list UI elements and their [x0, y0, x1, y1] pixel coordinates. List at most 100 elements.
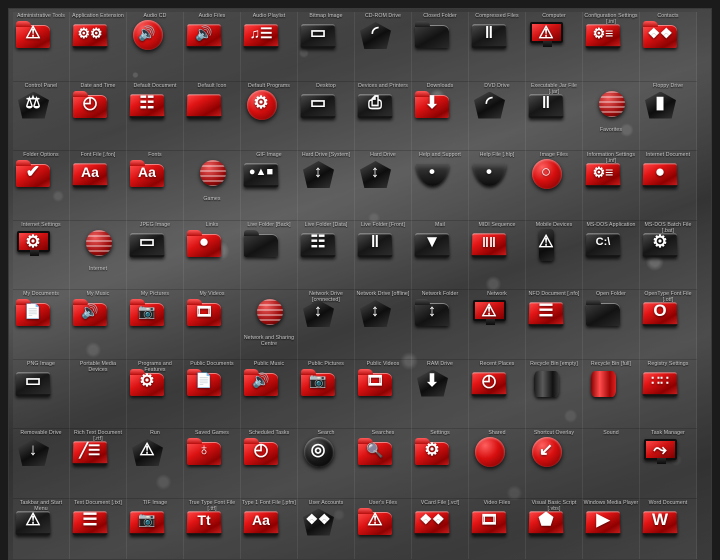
icon-ms-dos-application[interactable]: C:\ MS-DOS Application — [583, 221, 640, 291]
icon-shortcut-overlay[interactable]: ↙ Shortcut Overlay — [526, 429, 583, 499]
icon-font-file-fon[interactable]: Aa Font File [.fon] — [70, 151, 127, 221]
icon-network-drive-offline[interactable]: ↕ Network Drive [offline] — [355, 290, 412, 360]
icon-sound[interactable]: Sound — [583, 429, 640, 499]
icon-floppy-drive[interactable]: ▮ Floppy Drive — [640, 82, 697, 152]
icon-open-folder-art — [583, 294, 623, 334]
icon-network-and-sharing-centre[interactable]: Network and Sharing Centre — [241, 290, 298, 360]
icon-users-files[interactable]: ⚠ User's Files — [355, 499, 412, 560]
icon-internet-settings[interactable]: ⚙ Internet Settings — [13, 221, 70, 291]
icon-settings[interactable]: ⚙ Settings — [412, 429, 469, 499]
icon-live-folder-back[interactable]: Live Folder [Back] — [241, 221, 298, 291]
icon-network-drive-connected[interactable]: ↕ Network Drive [connected] — [298, 290, 355, 360]
icon-run[interactable]: ⚠ Run — [127, 429, 184, 499]
icon-true-type-font-file-ttf[interactable]: Tt True Type Font File [.ttf] — [184, 499, 241, 560]
icon-control-panel[interactable]: ⚖ Control Panel — [13, 82, 70, 152]
icon-games[interactable]: Games — [184, 151, 241, 221]
icon-information-settings-inf[interactable]: ⚙≡ Information Settings [.inf] — [583, 151, 640, 221]
icon-cd-rom-drive[interactable]: ◜ CD-ROM Drive — [355, 12, 412, 82]
icon-type-1-font-file-pfm[interactable]: Aa Type 1 Font File [.pfm] — [241, 499, 298, 560]
icon-searches[interactable]: 🔍 Searches — [355, 429, 412, 499]
icon-image-files[interactable]: ○ Image Files — [526, 151, 583, 221]
icon-search[interactable]: ◎ Search — [298, 429, 355, 499]
icon-favorites[interactable]: Favorites — [583, 82, 640, 152]
icon-audio-cd[interactable]: 🔊 Audio CD — [127, 12, 184, 82]
icon-word-document[interactable]: W Word Document — [640, 499, 697, 560]
icon-desktop[interactable]: ▭ Desktop — [298, 82, 355, 152]
icon-nfo-document-nfo[interactable]: ☰ NFO Document [.nfo] — [526, 290, 583, 360]
icon-closed-folder[interactable]: Closed Folder — [412, 12, 469, 82]
icon-rich-text-document-rtf[interactable]: ╱☰ Rich Text Document [.rtf] — [70, 429, 127, 499]
icon-label: Internet — [70, 266, 126, 272]
icon-tif-image[interactable]: 📷 TIF Image — [127, 499, 184, 560]
icon-internet-document[interactable]: ● Internet Document — [640, 151, 697, 221]
icon-my-pictures[interactable]: 📷 My Pictures — [127, 290, 184, 360]
icon-folder-options[interactable]: ✔ Folder Options — [13, 151, 70, 221]
icon-task-manager[interactable]: ⤳ Task Manager — [640, 429, 697, 499]
icon-links[interactable]: ● Links — [184, 221, 241, 291]
icon-programs-and-features[interactable]: ⚙ Programs and Features — [127, 360, 184, 430]
icon-shared[interactable]: Shared — [469, 429, 526, 499]
icon-mobile-devices[interactable]: ⚠ Mobile Devices — [526, 221, 583, 291]
icon-default-icon[interactable]: Default Icon — [184, 82, 241, 152]
icon-scheduled-tasks[interactable]: ◴ Scheduled Tasks — [241, 429, 298, 499]
icon-network[interactable]: ⚠ Network — [469, 290, 526, 360]
icon-executable-jar-file-jar[interactable]: ‖ Executable Jar File [.jar] — [526, 82, 583, 152]
icon-public-documents[interactable]: 📄 Public Documents — [184, 360, 241, 430]
icon-my-music[interactable]: 🔊 My Music — [70, 290, 127, 360]
icon-removable-drive[interactable]: ↓ Removable Drive — [13, 429, 70, 499]
icon-saved-games[interactable]: ♁ Saved Games — [184, 429, 241, 499]
icon-gif-image[interactable]: ●▲■ GIF Image — [241, 151, 298, 221]
icon-hard-drive[interactable]: ↕ Hard Drive — [355, 151, 412, 221]
icon-recent-places[interactable]: ◴ Recent Places — [469, 360, 526, 430]
icon-jpeg-image[interactable]: ▭ JPEG Image — [127, 221, 184, 291]
icon-public-videos[interactable]: 🎞 Public Videos — [355, 360, 412, 430]
icon-devices-and-printers[interactable]: ⎙ Devices and Printers — [355, 82, 412, 152]
icon-video-files[interactable]: 🎞 Video Files — [469, 499, 526, 560]
icon-text-document-txt[interactable]: ☰ Text Document [.txt] — [70, 499, 127, 560]
icon-administrative-tools[interactable]: ⚠ Administrative Tools — [13, 12, 70, 82]
icon-open-folder[interactable]: Open Folder — [583, 290, 640, 360]
icon-audio-playlist[interactable]: ♫☰ Audio Playlist — [241, 12, 298, 82]
icon-opentype-font-file-otf[interactable]: O OpenType Font File [.otf] — [640, 290, 697, 360]
icon-ram-drive[interactable]: ⬇ RAM Drive — [412, 360, 469, 430]
icon-configuration-settings-ini[interactable]: ⚙≡ Configuration Settings [.ini] — [583, 12, 640, 82]
icon-windows-media-player[interactable]: ▶ Windows Media Player — [583, 499, 640, 560]
icon-application-extension[interactable]: ⚙⚙ Application Extension — [70, 12, 127, 82]
icon-help-file-hlp[interactable]: • Help File [.hlp] — [469, 151, 526, 221]
icon-contacts[interactable]: ❖❖ Contacts — [640, 12, 697, 82]
icon-audio-files[interactable]: 🔊 Audio Files — [184, 12, 241, 82]
icon-recycle-bin-full[interactable]: Recycle Bin [full] — [583, 360, 640, 430]
icon-portable-media-devices[interactable]: Portable Media Devices — [70, 360, 127, 430]
icon-user-accounts[interactable]: ❖❖ User Accounts — [298, 499, 355, 560]
icon-my-videos[interactable]: 🎞 My Videos — [184, 290, 241, 360]
icon-recycle-bin-empty[interactable]: Recycle Bin [empty] — [526, 360, 583, 430]
icon-registry-settings[interactable]: ∷∷ Registry Settings — [640, 360, 697, 430]
icon-live-folder-data[interactable]: ☷ Live Folder [Data] — [298, 221, 355, 291]
icon-default-programs[interactable]: ⚙ Default Programs — [241, 82, 298, 152]
icon-taskbar-and-start-menu[interactable]: ⚠ Taskbar and Start Menu — [13, 499, 70, 560]
icon-computer[interactable]: ⚠ Computer — [526, 12, 583, 82]
icon-default-document[interactable]: ☷ Default Document — [127, 82, 184, 152]
icon-internet[interactable]: Internet — [70, 221, 127, 291]
icon-midi-sequence[interactable]: ‖‖ MIDI Sequence — [469, 221, 526, 291]
icon-audio-playlist-art: ♫☰ — [241, 16, 281, 56]
icon-png-image[interactable]: ▭ PNG Image — [13, 360, 70, 430]
icon-fonts[interactable]: Aa Fonts — [127, 151, 184, 221]
icon-vcard-file-vcf[interactable]: ❖❖ VCard File [.vcf] — [412, 499, 469, 560]
icon-date-and-time[interactable]: ◴ Date and Time — [70, 82, 127, 152]
icon-dvd-drive[interactable]: ◜ DVD Drive — [469, 82, 526, 152]
icon-folder-options-art: ✔ — [13, 155, 53, 195]
icon-public-pictures[interactable]: 📷 Public Pictures — [298, 360, 355, 430]
icon-my-documents[interactable]: 📄 My Documents — [13, 290, 70, 360]
icon-visual-basic-script-vbs[interactable]: ⬟ Visual Basic Script [.vbs] — [526, 499, 583, 560]
icon-hard-drive-system[interactable]: ↕ Hard Drive [System] — [298, 151, 355, 221]
icon-bitmap-image[interactable]: ▭ Bitmap Image — [298, 12, 355, 82]
icon-help-and-support[interactable]: • Help and Support — [412, 151, 469, 221]
icon-public-music[interactable]: 🔊 Public Music — [241, 360, 298, 430]
icon-ms-dos-batch-file-bat[interactable]: ⚙ MS-DOS Batch File [.bat] — [640, 221, 697, 291]
icon-mail[interactable]: ▼ Mail — [412, 221, 469, 291]
icon-downloads[interactable]: ⬇ Downloads — [412, 82, 469, 152]
icon-live-folder-front[interactable]: ‖ Live Folder [Front] — [355, 221, 412, 291]
icon-compressed-files[interactable]: ‖ Compressed Files — [469, 12, 526, 82]
icon-network-folder[interactable]: ↕ Network Folder — [412, 290, 469, 360]
